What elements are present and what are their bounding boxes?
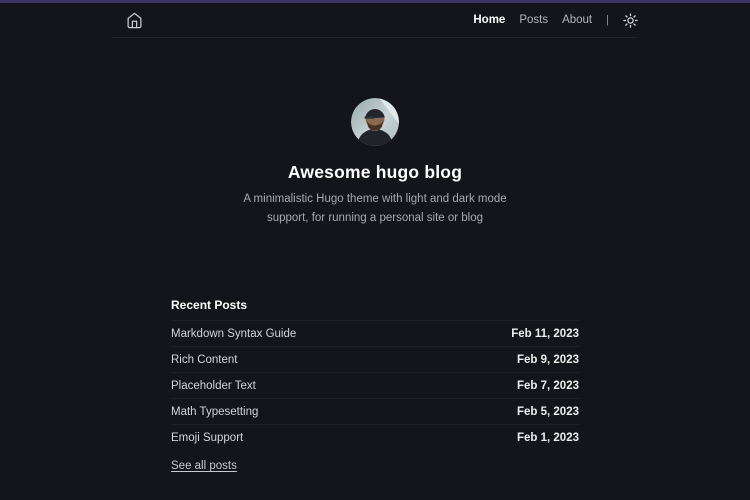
page-title: Awesome hugo blog [171, 162, 579, 183]
recent-posts-heading: Recent Posts [171, 298, 579, 312]
post-title-link[interactable]: Emoji Support [171, 432, 243, 444]
hero-section: Awesome hugo blog A minimalistic Hugo th… [171, 98, 579, 228]
recent-posts-section: Recent Posts Markdown Syntax Guide Feb 1… [171, 298, 579, 474]
sun-icon [623, 13, 638, 28]
post-title-link[interactable]: Rich Content [171, 354, 237, 366]
main-content: Awesome hugo blog A minimalistic Hugo th… [171, 98, 579, 474]
profile-photo [351, 98, 399, 146]
nav-item-about[interactable]: About [562, 14, 592, 26]
nav-separator: | [606, 14, 609, 26]
post-date: Feb 1, 2023 [517, 432, 579, 444]
home-link[interactable] [126, 12, 143, 29]
nav-item-home[interactable]: Home [473, 14, 505, 26]
post-row: Emoji Support Feb 1, 2023 [171, 424, 579, 450]
site-header: Home Posts About | [0, 3, 750, 38]
post-title-link[interactable]: Markdown Syntax Guide [171, 328, 296, 340]
see-all-posts-link[interactable]: See all posts [171, 460, 237, 472]
post-date: Feb 5, 2023 [517, 406, 579, 418]
post-list: Markdown Syntax Guide Feb 11, 2023 Rich … [171, 320, 579, 450]
post-date: Feb 7, 2023 [517, 380, 579, 392]
post-title-link[interactable]: Math Typesetting [171, 406, 258, 418]
page-subtitle: A minimalistic Hugo theme with light and… [229, 190, 521, 228]
post-date: Feb 11, 2023 [511, 328, 579, 340]
home-icon [126, 12, 143, 29]
post-row: Math Typesetting Feb 5, 2023 [171, 398, 579, 424]
main-nav: Home Posts About | [473, 13, 638, 28]
post-title-link[interactable]: Placeholder Text [171, 380, 256, 392]
post-date: Feb 9, 2023 [517, 354, 579, 366]
post-row: Rich Content Feb 9, 2023 [171, 346, 579, 372]
theme-toggle-button[interactable] [623, 13, 638, 28]
post-row: Markdown Syntax Guide Feb 11, 2023 [171, 320, 579, 346]
post-row: Placeholder Text Feb 7, 2023 [171, 372, 579, 398]
nav-item-posts[interactable]: Posts [519, 14, 548, 26]
